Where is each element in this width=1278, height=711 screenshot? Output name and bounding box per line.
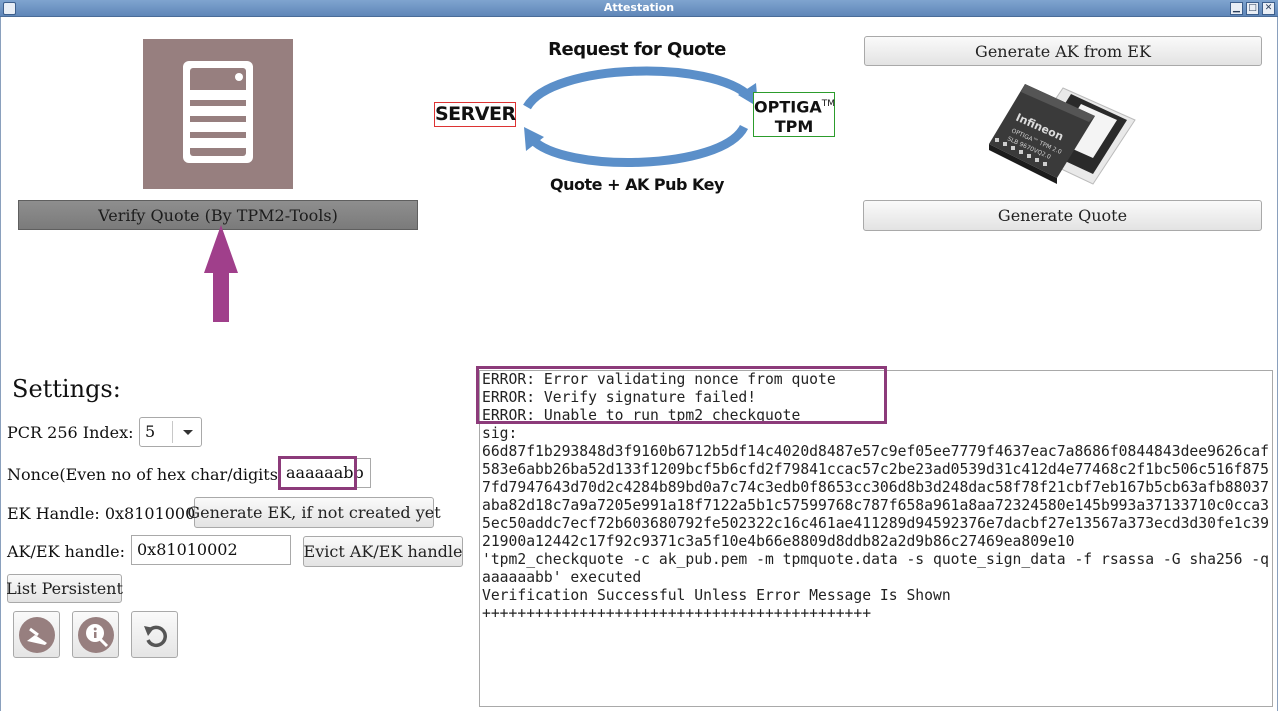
generate-quote-button[interactable]: Generate Quote bbox=[863, 200, 1262, 231]
tpm-label-line1: OPTIGA bbox=[754, 97, 822, 117]
nonce-input[interactable]: aaaaaabb bbox=[280, 458, 371, 488]
maximize-icon[interactable]: □ bbox=[1246, 2, 1259, 15]
evict-handle-button[interactable]: Evict AK/EK handle bbox=[303, 536, 463, 567]
akek-handle-label: AK/EK handle: bbox=[7, 542, 125, 561]
info-icon bbox=[77, 616, 114, 653]
error-messages: ERROR: Error validating nonce from quote… bbox=[482, 371, 836, 424]
settings-title: Settings: bbox=[12, 375, 121, 403]
quote-diagram: Request for Quote SERVER OPTIGATM TPM Qu… bbox=[432, 35, 842, 200]
tpm-chip-icon: Infineon OPTIGA™ TPM 2.0 SLB 9670VQ2.0 bbox=[989, 84, 1136, 185]
diagram-bottom-label: Quote + AK Pub Key bbox=[550, 175, 724, 194]
pcr-index-value: 5 bbox=[145, 422, 156, 441]
ek-handle-label: EK Handle: 0x81010001 bbox=[7, 504, 206, 523]
combo-separator bbox=[172, 421, 173, 443]
tpm-label-line2: TPM bbox=[774, 117, 814, 137]
server-icon bbox=[183, 61, 253, 163]
arrow-up-icon bbox=[204, 225, 238, 322]
chevron-down-icon[interactable] bbox=[183, 430, 193, 435]
reset-icon bbox=[143, 625, 167, 647]
generate-ek-button[interactable]: Generate EK, if not created yet bbox=[187, 497, 441, 528]
info-button[interactable] bbox=[72, 611, 119, 658]
akek-handle-input[interactable]: 0x81010002 bbox=[131, 535, 291, 565]
output-log[interactable]: ERROR: Error validating nonce from quote… bbox=[479, 370, 1273, 707]
title-bar: Attestation ▁ □ ✕ bbox=[0, 0, 1278, 17]
clean-button[interactable] bbox=[13, 611, 60, 658]
clean-icon bbox=[18, 616, 55, 653]
server-label: SERVER bbox=[434, 102, 516, 127]
tpm-label: OPTIGATM TPM bbox=[753, 92, 835, 137]
list-persistent-button[interactable]: List Persistent bbox=[6, 574, 123, 603]
pcr-index-select[interactable]: 5 bbox=[139, 417, 202, 447]
generate-ak-button[interactable]: Generate AK from EK bbox=[864, 36, 1262, 66]
minimize-icon[interactable]: ▁ bbox=[1230, 2, 1243, 15]
close-icon[interactable]: ✕ bbox=[1262, 2, 1275, 15]
reset-button[interactable] bbox=[131, 611, 178, 658]
nonce-label: Nonce(Even no of hex char/digits): bbox=[7, 465, 290, 484]
pcr-label: PCR 256 Index: bbox=[7, 423, 134, 442]
log-text: sig: 66d87f1b293848d3f9160b6712b5df14c40… bbox=[482, 425, 1269, 622]
trademark-mark: TM bbox=[821, 99, 835, 109]
server-image bbox=[143, 39, 293, 189]
window-title: Attestation bbox=[603, 1, 675, 14]
